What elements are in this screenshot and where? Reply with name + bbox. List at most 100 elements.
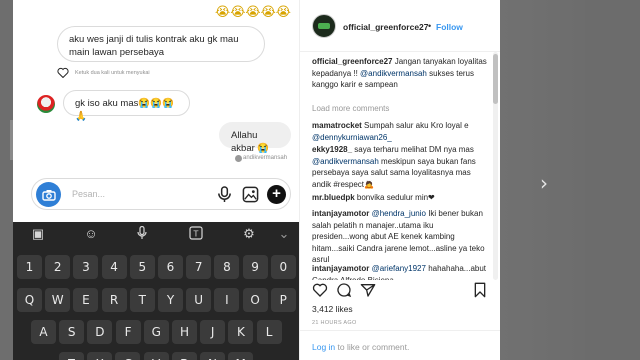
login-link[interactable]: Log in — [312, 342, 335, 352]
microphone-icon[interactable] — [134, 225, 150, 242]
chevron-right-icon[interactable]: › — [533, 172, 555, 194]
comment: ekky1928_ saya terharu melihat DM nya ma… — [312, 144, 487, 190]
key-j[interactable]: J — [200, 320, 226, 344]
message-bubble-sent: Allahu akbar 😭 — [219, 122, 291, 154]
message-text: aku wes janji di tulis kontrak aku gk ma… — [69, 34, 239, 58]
post-username[interactable]: official_greenforce27 — [343, 22, 429, 32]
key-c[interactable]: C — [115, 352, 141, 360]
scrollbar-thumb[interactable] — [493, 54, 498, 104]
comment-mention[interactable]: @hendra_junio — [372, 209, 426, 218]
key-l[interactable]: L — [256, 320, 282, 344]
key-q[interactable]: Q — [17, 288, 42, 312]
sticker-icon[interactable]: ▣ — [30, 226, 46, 242]
post-timestamp: 21 HOURS AGO — [312, 320, 357, 326]
comment-username[interactable]: mr.bluedpk — [312, 193, 355, 202]
comment-username[interactable]: intanjayamotor — [312, 209, 369, 218]
key-u[interactable]: U — [186, 288, 212, 312]
key-r[interactable]: R — [101, 288, 127, 312]
bookmark-icon[interactable] — [472, 282, 488, 298]
post-header: official_greenforce27 • Follow — [300, 0, 500, 52]
message-input[interactable]: Pesan... — [72, 189, 105, 199]
key-2[interactable]: 2 — [45, 255, 71, 279]
gear-icon[interactable]: ⚙ — [241, 226, 257, 242]
comment-icon[interactable] — [336, 282, 352, 298]
key-x[interactable]: X — [87, 352, 113, 360]
key-i[interactable]: I — [214, 288, 240, 312]
key-o[interactable]: O — [242, 288, 268, 312]
microphone-icon[interactable] — [216, 186, 233, 203]
follow-button[interactable]: Follow — [436, 22, 463, 32]
key-1[interactable]: 1 — [17, 255, 42, 279]
key-9[interactable]: 9 — [242, 255, 268, 279]
comment-username[interactable]: intanjayamotor — [312, 264, 369, 273]
key-3[interactable]: 3 — [73, 255, 99, 279]
comment-username[interactable]: official_greenforce27 — [312, 57, 392, 66]
svg-text:T: T — [193, 230, 199, 239]
key-m[interactable]: M — [228, 352, 254, 360]
share-icon[interactable] — [360, 282, 376, 298]
key-g[interactable]: G — [143, 320, 169, 344]
comments-scrollbar[interactable] — [493, 52, 498, 280]
key-e[interactable]: E — [73, 288, 99, 312]
comment: mamatrocket Sumpah salur aku Kro loyal e… — [312, 120, 487, 143]
key-a[interactable]: A — [31, 320, 56, 344]
key-p[interactable]: P — [270, 288, 296, 312]
instagram-post-modal: 😭😭😭😭😭 aku wes janji di tulis kontrak aku… — [13, 0, 500, 360]
emoji-icon[interactable]: ☺ — [83, 226, 99, 242]
key-y[interactable]: Y — [158, 288, 183, 312]
text-format-icon[interactable]: T — [188, 226, 204, 242]
message-bubble-received: aku wes janji di tulis kontrak aku gk ma… — [57, 26, 265, 62]
like-heart-icon[interactable] — [312, 282, 328, 298]
load-more-comments-button[interactable]: Load more comments — [312, 104, 389, 113]
like-hint: Ketuk dua kali untuk menyukai — [75, 70, 150, 76]
key-4[interactable]: 4 — [101, 255, 127, 279]
key-s[interactable]: S — [59, 320, 85, 344]
comment-username[interactable]: mamatrocket — [312, 121, 362, 130]
comment: intanjayamotor @hendra_junio Iki bener b… — [312, 208, 487, 266]
comment-text: Sumpah salur aku Kro loyal e — [361, 121, 469, 130]
emoji-row: 😭😭😭😭😭 — [215, 5, 291, 20]
comments-list[interactable]: official_greenforce27 Jangan tanyakan lo… — [300, 52, 490, 280]
key-z[interactable]: Z — [59, 352, 84, 360]
chevron-down-icon[interactable]: ⌄ — [276, 226, 292, 242]
key-f[interactable]: F — [115, 320, 141, 344]
likes-count[interactable]: 3,412 likes — [312, 304, 353, 314]
key-h[interactable]: H — [172, 320, 197, 344]
key-5[interactable]: 5 — [129, 255, 155, 279]
separator-dot: • — [428, 21, 432, 31]
message-text: gk iso aku mas😭😭😭🙏 — [75, 98, 174, 122]
camera-icon — [41, 189, 56, 201]
comment-mention[interactable]: @dennykurniawan26_ — [312, 133, 392, 142]
message-text: Allahu akbar 😭 — [231, 130, 270, 154]
key-n[interactable]: N — [200, 352, 225, 360]
comment-text: bonvika sedulur min❤ — [354, 193, 435, 202]
comment-mention[interactable]: @andikvermansah — [360, 69, 427, 78]
message-composer[interactable]: Pesan... + — [31, 178, 291, 210]
key-b[interactable]: B — [171, 352, 197, 360]
key-t[interactable]: T — [129, 288, 155, 312]
key-d[interactable]: D — [87, 320, 113, 344]
comment-mention[interactable]: @ariefany1927 — [372, 264, 426, 273]
camera-button[interactable] — [36, 182, 61, 207]
key-v[interactable]: V — [143, 352, 169, 360]
comment-mention[interactable]: @andikvermansah — [312, 157, 379, 166]
post-footer: Log in to like or comment. — [300, 330, 500, 360]
comment-username[interactable]: ekky1928_ — [312, 145, 352, 154]
avatar[interactable] — [312, 14, 336, 38]
avatar — [235, 155, 242, 162]
key-6[interactable]: 6 — [158, 255, 183, 279]
add-button[interactable]: + — [267, 185, 286, 204]
gallery-icon[interactable] — [242, 186, 259, 203]
caption: official_greenforce27 Jangan tanyakan lo… — [312, 56, 487, 91]
comment: mr.bluedpk bonvika sedulur min❤ — [312, 192, 487, 204]
key-w[interactable]: W — [45, 288, 71, 312]
key-7[interactable]: 7 — [186, 255, 212, 279]
message-bubble-received: gk iso aku mas😭😭😭🙏 — [63, 90, 190, 122]
key-8[interactable]: 8 — [214, 255, 240, 279]
post-actions — [300, 280, 500, 302]
footer-text: to like or comment. — [335, 342, 410, 352]
key-0[interactable]: 0 — [270, 255, 296, 279]
post-sidebar: official_greenforce27 • Follow official_… — [300, 0, 500, 360]
heart-icon[interactable] — [57, 67, 69, 78]
key-k[interactable]: K — [228, 320, 254, 344]
